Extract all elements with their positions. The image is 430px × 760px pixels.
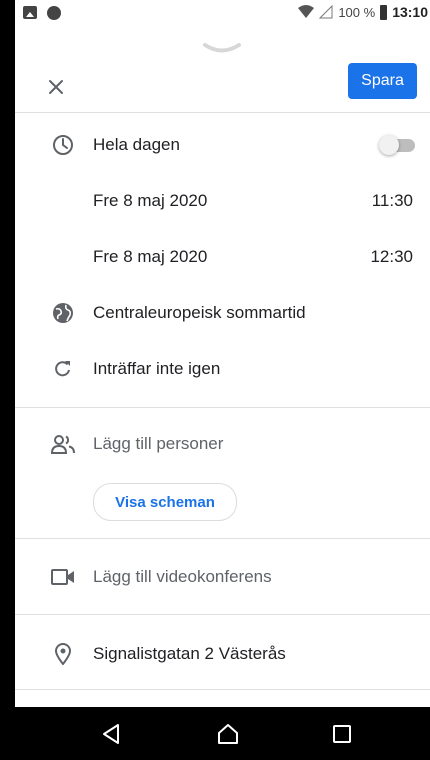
- status-bar: 100 % 13:10: [15, 0, 430, 28]
- battery-percent: 100 %: [338, 4, 376, 20]
- all-day-label: Hela dagen: [93, 135, 180, 154]
- end-datetime-row: Fre 8 maj 2020 12:30: [15, 233, 430, 281]
- start-datetime-row: Fre 8 maj 2020 11:30: [15, 177, 430, 225]
- save-button[interactable]: Spara: [348, 63, 417, 99]
- divider: [15, 407, 430, 408]
- start-date[interactable]: Fre 8 maj 2020: [93, 191, 207, 211]
- timezone-label: Centraleuropeisk sommartid: [93, 303, 306, 322]
- home-button[interactable]: [214, 720, 242, 748]
- all-day-row[interactable]: Hela dagen: [15, 121, 430, 169]
- image-icon: [23, 6, 37, 19]
- add-people-label: Lägg till personer: [93, 434, 224, 453]
- battery-icon: [380, 4, 388, 20]
- navigation-bar: [0, 707, 430, 760]
- add-video-conference-row[interactable]: Lägg till videokonferens: [15, 553, 430, 601]
- close-icon: [49, 80, 63, 94]
- location-label: Signalistgatan 2 Västerås: [93, 644, 286, 663]
- all-day-toggle[interactable]: [379, 135, 415, 155]
- clock: 13:10: [392, 4, 428, 20]
- repeat-icon: [50, 356, 76, 382]
- add-video-label: Lägg till videokonferens: [93, 567, 272, 586]
- home-icon: [218, 724, 238, 744]
- globe-icon: [47, 6, 61, 20]
- close-button[interactable]: [43, 74, 69, 100]
- view-schedules-button[interactable]: Visa scheman: [93, 483, 237, 521]
- back-button[interactable]: [97, 720, 125, 748]
- clock-icon: [50, 132, 76, 158]
- divider: [15, 614, 430, 615]
- signal-icon: [319, 5, 333, 19]
- start-time[interactable]: 11:30: [372, 191, 413, 211]
- timezone-row[interactable]: Centraleuropeisk sommartid: [15, 289, 430, 337]
- location-pin-icon: [50, 641, 76, 667]
- add-people-row[interactable]: Lägg till personer: [15, 420, 430, 468]
- divider: [15, 112, 430, 113]
- end-time[interactable]: 12:30: [370, 247, 413, 267]
- divider: [15, 538, 430, 539]
- recents-square-icon: [333, 725, 351, 743]
- back-triangle-icon: [103, 724, 119, 744]
- globe-icon: [50, 300, 76, 326]
- wifi-icon: [298, 5, 315, 18]
- people-icon: [50, 431, 76, 457]
- recents-button[interactable]: [328, 720, 356, 748]
- divider: [15, 689, 430, 690]
- repeat-label: Inträffar inte igen: [93, 359, 221, 378]
- header: Spara: [15, 60, 430, 112]
- event-edit-screen: 100 % 13:10 Spara Hela dagen Fre 8 maj 2…: [15, 0, 430, 760]
- video-camera-icon: [50, 564, 76, 590]
- repeat-row[interactable]: Inträffar inte igen: [15, 345, 430, 393]
- chevron-down-icon[interactable]: [203, 42, 241, 56]
- location-row[interactable]: Signalistgatan 2 Västerås: [15, 630, 430, 678]
- end-date[interactable]: Fre 8 maj 2020: [93, 247, 207, 267]
